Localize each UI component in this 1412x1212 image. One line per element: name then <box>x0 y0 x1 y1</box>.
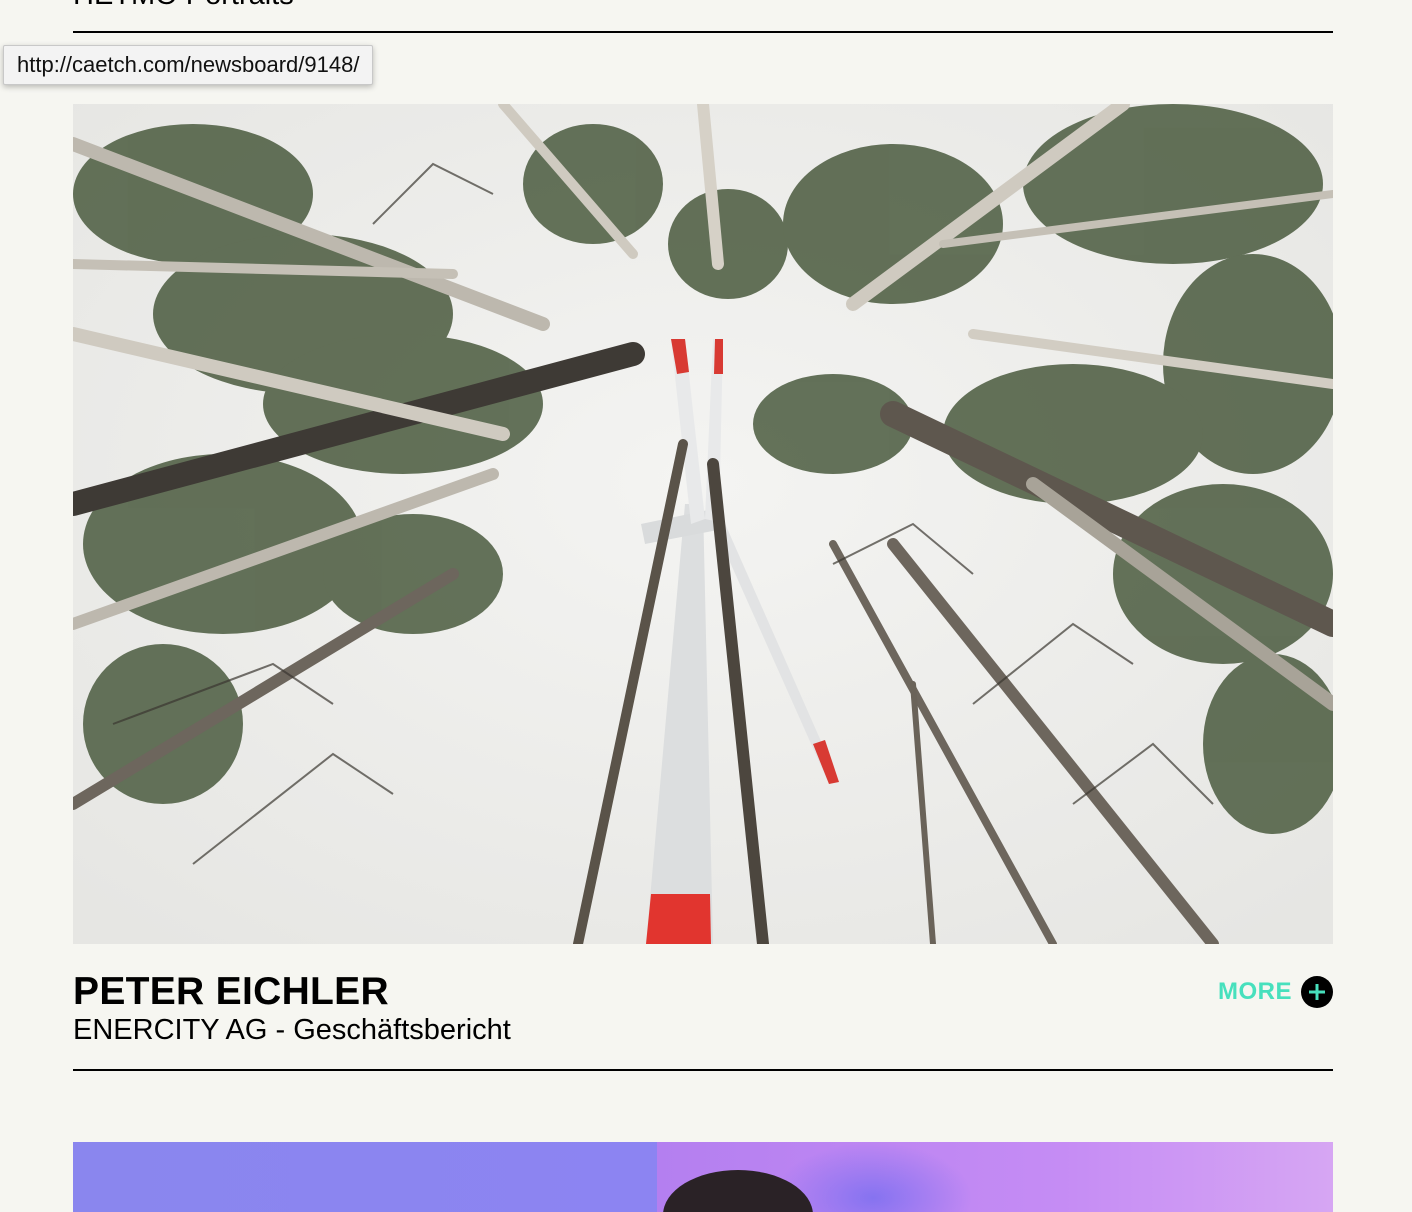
entry-subtitle: ENERCITY AG - Geschäftsbericht <box>73 1014 511 1046</box>
entry-photo[interactable] <box>73 104 1333 944</box>
divider-top <box>73 31 1333 33</box>
previous-entry-title: HETMO Portraits <box>73 0 294 12</box>
plus-icon <box>1301 976 1333 1008</box>
more-button[interactable]: MORE <box>1218 975 1333 1009</box>
wind-turbine-forest-photo <box>73 104 1333 944</box>
more-label: MORE <box>1218 978 1292 1005</box>
entry-name: PETER EICHLER <box>73 970 389 1013</box>
photo-background-left <box>73 1142 657 1212</box>
link-url-tooltip: http://caetch.com/newsboard/9148/ <box>3 45 374 85</box>
divider-bottom <box>73 1069 1333 1071</box>
next-entry-photo[interactable] <box>73 1142 1333 1212</box>
portfolio-page: HETMO Portraits http://caetch.com/newsbo… <box>0 0 1412 1212</box>
